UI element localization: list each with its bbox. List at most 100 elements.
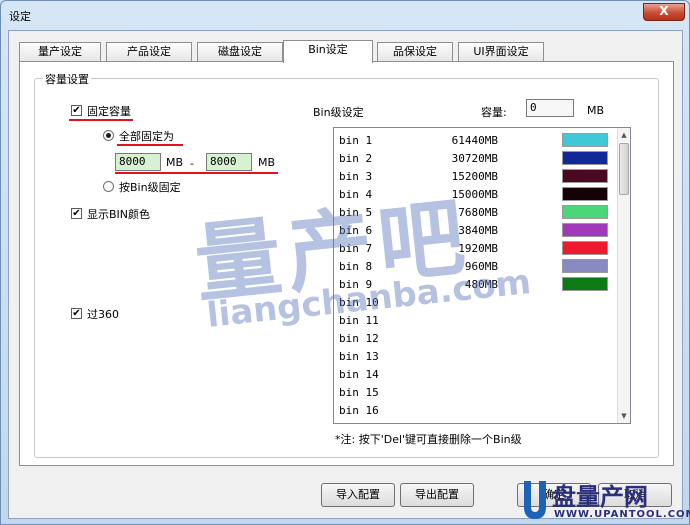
- by-bin-label: 按Bin级固定: [119, 181, 181, 194]
- bin-name: bin 5: [339, 206, 373, 219]
- all-fixed-label: 全部固定为: [119, 130, 174, 143]
- fixed-capacity-checkbox[interactable]: ✔: [71, 105, 82, 116]
- bin-size: 61440MB: [451, 134, 498, 147]
- bin-size: 960MB: [464, 260, 498, 273]
- scroll-up-icon[interactable]: ▲: [618, 129, 630, 141]
- bin-name: bin 15: [339, 386, 379, 399]
- tab-bin-settings[interactable]: Bin设定: [283, 40, 373, 63]
- tab-qa-settings[interactable]: 品保设定: [377, 42, 453, 62]
- bin-row[interactable]: bin 9 480MB: [334, 276, 618, 294]
- bin-name: bin 12: [339, 332, 379, 345]
- scroll-thumb[interactable]: [619, 143, 629, 195]
- site-logo: 盘量产网 WWW.UPANTOOL.COM: [518, 477, 690, 525]
- tab-product-settings[interactable]: 产品设定: [106, 42, 192, 62]
- site-logo-brand: 盘量产网: [552, 483, 648, 511]
- fixed-capacity-label: 固定容量: [87, 105, 131, 118]
- bin-row[interactable]: bin 2 30720MB: [334, 150, 618, 168]
- range-to-input[interactable]: 8000: [206, 153, 252, 171]
- bin-row[interactable]: bin 15: [334, 384, 618, 402]
- over-360-label: 过360: [87, 308, 119, 321]
- capacity-unit: MB: [587, 104, 605, 117]
- over-360-checkbox[interactable]: ✔: [71, 308, 82, 319]
- bin-row[interactable]: bin 3 15200MB: [334, 168, 618, 186]
- bin-name: bin 1: [339, 134, 373, 147]
- bin-color-swatch[interactable]: [562, 205, 608, 219]
- bin-settings-panel: 容量设置 ✔ 固定容量 全部固定为 8000 MB - 8000 MB 按Bin…: [19, 61, 674, 466]
- show-bin-color-checkbox[interactable]: ✔: [71, 208, 82, 219]
- bin-color-swatch[interactable]: [562, 277, 608, 291]
- bin-row-partial[interactable]: bin 17: [334, 420, 618, 423]
- bin-name: bin 9: [339, 278, 373, 291]
- bin-delete-note: *注: 按下'Del'键可直接删除一个Bin级: [335, 433, 522, 446]
- bin-color-swatch[interactable]: [562, 133, 608, 147]
- bin-size: 7680MB: [458, 206, 498, 219]
- bin-row[interactable]: bin 6 3840MB: [334, 222, 618, 240]
- site-logo-url: WWW.UPANTOOL.COM: [554, 509, 690, 520]
- window-title: 设定: [9, 10, 31, 23]
- bin-list-scrollbar[interactable]: ▲ ▼: [617, 128, 630, 423]
- bin-row[interactable]: bin 14: [334, 366, 618, 384]
- range-to-unit: MB: [258, 156, 276, 169]
- bin-size: 15200MB: [451, 170, 498, 183]
- bin-row[interactable]: bin 7 1920MB: [334, 240, 618, 258]
- bin-name: bin 8: [339, 260, 373, 273]
- bin-name: bin 11: [339, 314, 379, 327]
- bin-row[interactable]: bin 4 15000MB: [334, 186, 618, 204]
- tab-ui-settings[interactable]: UI界面设定: [458, 42, 544, 62]
- bin-name: bin 7: [339, 242, 373, 255]
- export-config-button[interactable]: 导出配置: [400, 483, 474, 507]
- bin-name: bin 6: [339, 224, 373, 237]
- range-separator: -: [190, 157, 194, 170]
- import-config-button[interactable]: 导入配置: [321, 483, 395, 507]
- capacity-settings-group: 容量设置 ✔ 固定容量 全部固定为 8000 MB - 8000 MB 按Bin…: [34, 71, 659, 458]
- capacity-input[interactable]: 0: [526, 99, 574, 117]
- tab-production-settings[interactable]: 量产设定: [19, 42, 101, 62]
- bin-color-swatch[interactable]: [562, 223, 608, 237]
- bin-name: bin 3: [339, 170, 373, 183]
- capacity-label: 容量:: [481, 106, 507, 119]
- bin-row[interactable]: bin 5 7680MB: [334, 204, 618, 222]
- bin-size: 3840MB: [458, 224, 498, 237]
- all-fixed-radio[interactable]: [103, 130, 114, 141]
- annotation-underline-fixed-capacity: [69, 119, 133, 121]
- bin-name: bin 14: [339, 368, 379, 381]
- bin-row[interactable]: bin 11: [334, 312, 618, 330]
- bin-name: bin 4: [339, 188, 373, 201]
- bin-name: bin 13: [339, 350, 379, 363]
- annotation-underline-all-fixed: [117, 144, 183, 146]
- bin-row[interactable]: bin 1 61440MB: [334, 132, 618, 150]
- u-disk-logo-icon: [524, 481, 546, 519]
- bin-size: 15000MB: [451, 188, 498, 201]
- show-bin-color-label: 显示BIN颜色: [87, 208, 151, 221]
- bin-size: 480MB: [464, 278, 498, 291]
- settings-window: 设定 X 量产设定 产品设定 磁盘设定 Bin设定 品保设定 UI界面设定 容量…: [0, 0, 690, 525]
- bin-name: bin 17: [339, 422, 379, 423]
- bin-row[interactable]: bin 10: [334, 294, 618, 312]
- scroll-down-icon[interactable]: ▼: [618, 410, 630, 422]
- bin-settings-label: Bin级设定: [313, 106, 364, 119]
- dialog-client: 量产设定 产品设定 磁盘设定 Bin设定 品保设定 UI界面设定 容量设置 ✔ …: [8, 30, 683, 519]
- close-button[interactable]: X: [643, 3, 685, 21]
- bin-row[interactable]: bin 13: [334, 348, 618, 366]
- bin-color-swatch[interactable]: [562, 151, 608, 165]
- bin-color-swatch[interactable]: [562, 259, 608, 273]
- bin-row[interactable]: bin 8 960MB: [334, 258, 618, 276]
- bin-row[interactable]: bin 16: [334, 402, 618, 420]
- bin-color-swatch[interactable]: [562, 169, 608, 183]
- bin-size: 30720MB: [451, 152, 498, 165]
- annotation-underline-range: [115, 172, 278, 174]
- bin-color-swatch[interactable]: [562, 187, 608, 201]
- bin-name: bin 16: [339, 404, 379, 417]
- tab-disk-settings[interactable]: 磁盘设定: [197, 42, 283, 62]
- range-from-unit: MB: [166, 156, 184, 169]
- bin-name: bin 10: [339, 296, 379, 309]
- range-from-input[interactable]: 8000: [115, 153, 161, 171]
- by-bin-radio[interactable]: [103, 181, 114, 192]
- capacity-settings-title: 容量设置: [43, 71, 91, 87]
- bin-size: 1920MB: [458, 242, 498, 255]
- title-bar[interactable]: 设定 X: [1, 1, 689, 29]
- bin-name: bin 2: [339, 152, 373, 165]
- bin-row[interactable]: bin 12: [334, 330, 618, 348]
- bin-list[interactable]: bin 1 61440MB bin 2 30720MB bin 3 15200MB bin …: [333, 127, 631, 424]
- bin-color-swatch[interactable]: [562, 241, 608, 255]
